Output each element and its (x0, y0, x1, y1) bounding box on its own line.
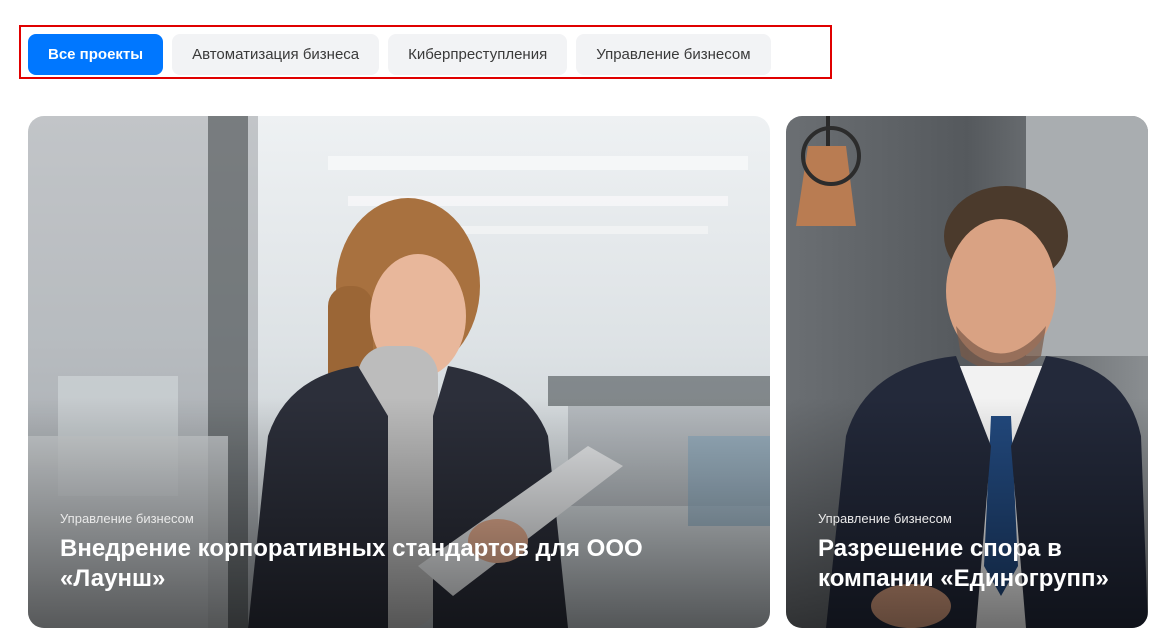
card-title[interactable]: Внедрение корпоративных стандартов для О… (60, 534, 742, 594)
filter-all-projects[interactable]: Все проекты (28, 34, 164, 75)
card-caption: Управление бизнесом Внедрение корпоратив… (60, 511, 742, 594)
card-title[interactable]: Разрешение спора в компании «Единогрупп» (818, 534, 1120, 594)
card-category: Управление бизнесом (60, 511, 194, 526)
card-category: Управление бизнесом (818, 511, 952, 526)
filter-business-management[interactable]: Управление бизнесом (576, 34, 771, 75)
project-card[interactable]: Управление бизнесом Внедрение корпоратив… (28, 116, 770, 628)
filter-business-automation[interactable]: Автоматизация бизнеса (172, 34, 380, 75)
project-card[interactable]: Управление бизнесом Разрешение спора в к… (786, 116, 1148, 628)
card-caption: Управление бизнесом Разрешение спора в к… (818, 511, 1120, 594)
filter-cybercrime[interactable]: Киберпреступления (388, 34, 568, 75)
project-filter-tabs: Все проекты Автоматизация бизнеса Киберп… (28, 34, 771, 75)
